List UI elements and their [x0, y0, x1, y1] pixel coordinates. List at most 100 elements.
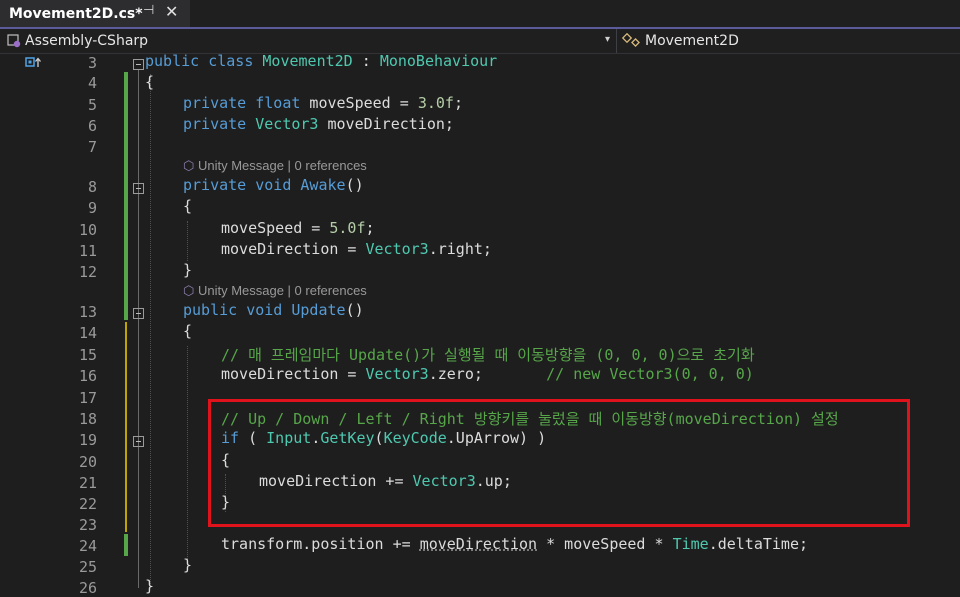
number-literal: 3.0f: [417, 94, 454, 112]
codelens-text: Unity Message | 0 references: [197, 158, 367, 173]
keyword: void: [255, 176, 292, 194]
collapse-region-button[interactable]: [133, 308, 144, 319]
line-number: 5: [87, 96, 97, 114]
line-number: 25: [78, 558, 97, 576]
line-number: 12: [78, 263, 97, 281]
line-number: 9: [87, 199, 97, 217]
code-line-8: private void Awake(): [183, 176, 364, 194]
code-text: ;: [365, 219, 375, 237]
code-text: .zero;: [428, 365, 483, 383]
code-line-3: public class Movement2D : MonoBehaviour: [145, 52, 497, 70]
line-number: 13: [78, 303, 97, 321]
code-line-25: }: [183, 556, 193, 574]
class-name: Movement2D: [645, 33, 739, 49]
document-tab[interactable]: Movement2D.cs* ⊣ ✕: [0, 0, 190, 27]
codelens-update[interactable]: ⬡ Unity Message | 0 references: [183, 283, 367, 299]
line-number: 24: [78, 537, 97, 555]
keyword: class: [208, 52, 254, 70]
code-line-9: {: [183, 197, 193, 215]
unity-icon: ⬡: [183, 283, 198, 298]
keyword: private: [183, 94, 247, 112]
code-text: moveSpeed =: [221, 219, 330, 237]
code-text: moveDirection;: [318, 115, 454, 133]
code-line-16: moveDirection = Vector3.zero; // new Vec…: [221, 365, 754, 383]
number-literal: 5.0f: [329, 219, 366, 237]
csharp-project-icon: [7, 34, 21, 48]
saved-change-marker: [124, 534, 128, 556]
type-name: Movement2D: [262, 52, 353, 70]
code-line-4: {: [145, 73, 155, 91]
code-text: ;: [453, 94, 463, 112]
line-number: 18: [78, 410, 97, 428]
type-name: Vector3: [255, 115, 319, 133]
project-name: Assembly-CSharp: [25, 33, 149, 49]
saved-change-marker: [124, 72, 128, 320]
code-line-11: moveDirection = Vector3.right;: [221, 240, 492, 258]
document-tab-bar: Movement2D.cs* ⊣ ✕: [0, 0, 960, 29]
keyword: float: [255, 94, 301, 112]
indent-guide: [187, 221, 188, 261]
code-text: moveDirection: [419, 535, 538, 553]
fold-line: [138, 70, 139, 588]
line-number: 8: [87, 178, 97, 196]
tab-title: Movement2D.cs*: [9, 5, 143, 22]
code-line-13: public void Update(): [183, 301, 364, 319]
line-number: 23: [78, 516, 97, 534]
type-name: Vector3: [365, 240, 429, 258]
project-dropdown[interactable]: Assembly-CSharp ▾: [0, 29, 617, 53]
code-line-5: private float moveSpeed = 3.0f;: [183, 94, 463, 112]
line-number: 17: [78, 389, 97, 407]
method-name: Update: [291, 301, 346, 319]
keyword: public: [145, 52, 200, 70]
line-number: 21: [78, 474, 97, 492]
code-line-24: transform.position += moveDirection * mo…: [221, 535, 808, 553]
line-number: 16: [78, 367, 97, 385]
keyword: public: [183, 301, 238, 319]
line-number: 7: [87, 138, 97, 156]
pin-icon[interactable]: ⊣: [143, 3, 154, 18]
collapse-region-button[interactable]: [133, 183, 144, 194]
code-text: :: [352, 52, 380, 70]
line-number: 14: [78, 324, 97, 342]
code-text: (): [345, 301, 364, 319]
code-text: moveSpeed =: [300, 94, 418, 112]
class-dropdown[interactable]: Movement2D: [622, 29, 960, 53]
code-line-10: moveSpeed = 5.0f;: [221, 219, 375, 237]
implementation-icon[interactable]: [25, 57, 43, 68]
line-number: 10: [78, 221, 97, 239]
code-text: moveDirection =: [221, 240, 366, 258]
code-line-6: private Vector3 moveDirection;: [183, 115, 454, 133]
collapse-region-button[interactable]: [133, 436, 144, 447]
code-line-14: {: [183, 322, 193, 340]
line-number: 3: [87, 54, 97, 72]
collapse-region-button[interactable]: [133, 59, 144, 70]
line-number: 11: [78, 242, 97, 260]
method-name: Awake: [300, 176, 346, 194]
keyword: private: [183, 176, 247, 194]
code-text: * moveSpeed *: [537, 535, 673, 553]
code-text: transform.position +=: [221, 535, 420, 553]
code-text: .right;: [428, 240, 492, 258]
line-number: 15: [78, 346, 97, 364]
code-line-15: // 매 프레임마다 Update()가 실행될 때 이동방향을 (0, 0, …: [221, 346, 755, 364]
code-line-26: }: [145, 577, 155, 595]
type-name: Vector3: [365, 365, 429, 383]
code-editor[interactable]: 3 4 5 6 7 8 9 10 11 12 13 14 15 16 17 18…: [0, 52, 960, 597]
type-name: Time: [672, 535, 709, 553]
line-number: 22: [78, 495, 97, 513]
indent-guide: [187, 346, 188, 561]
line-number: 26: [78, 579, 97, 597]
line-number: 4: [87, 74, 97, 92]
codelens-awake[interactable]: ⬡ Unity Message | 0 references: [183, 158, 367, 174]
code-text: .deltaTime;: [708, 535, 809, 553]
chevron-down-icon[interactable]: ▾: [605, 34, 610, 45]
indent-guide: [150, 74, 151, 584]
keyword: void: [246, 301, 283, 319]
unsaved-change-marker: [125, 322, 127, 532]
close-icon[interactable]: ✕: [165, 2, 178, 21]
navigation-bar: Assembly-CSharp ▾ Movement2D: [0, 29, 960, 54]
line-number: 20: [78, 453, 97, 471]
